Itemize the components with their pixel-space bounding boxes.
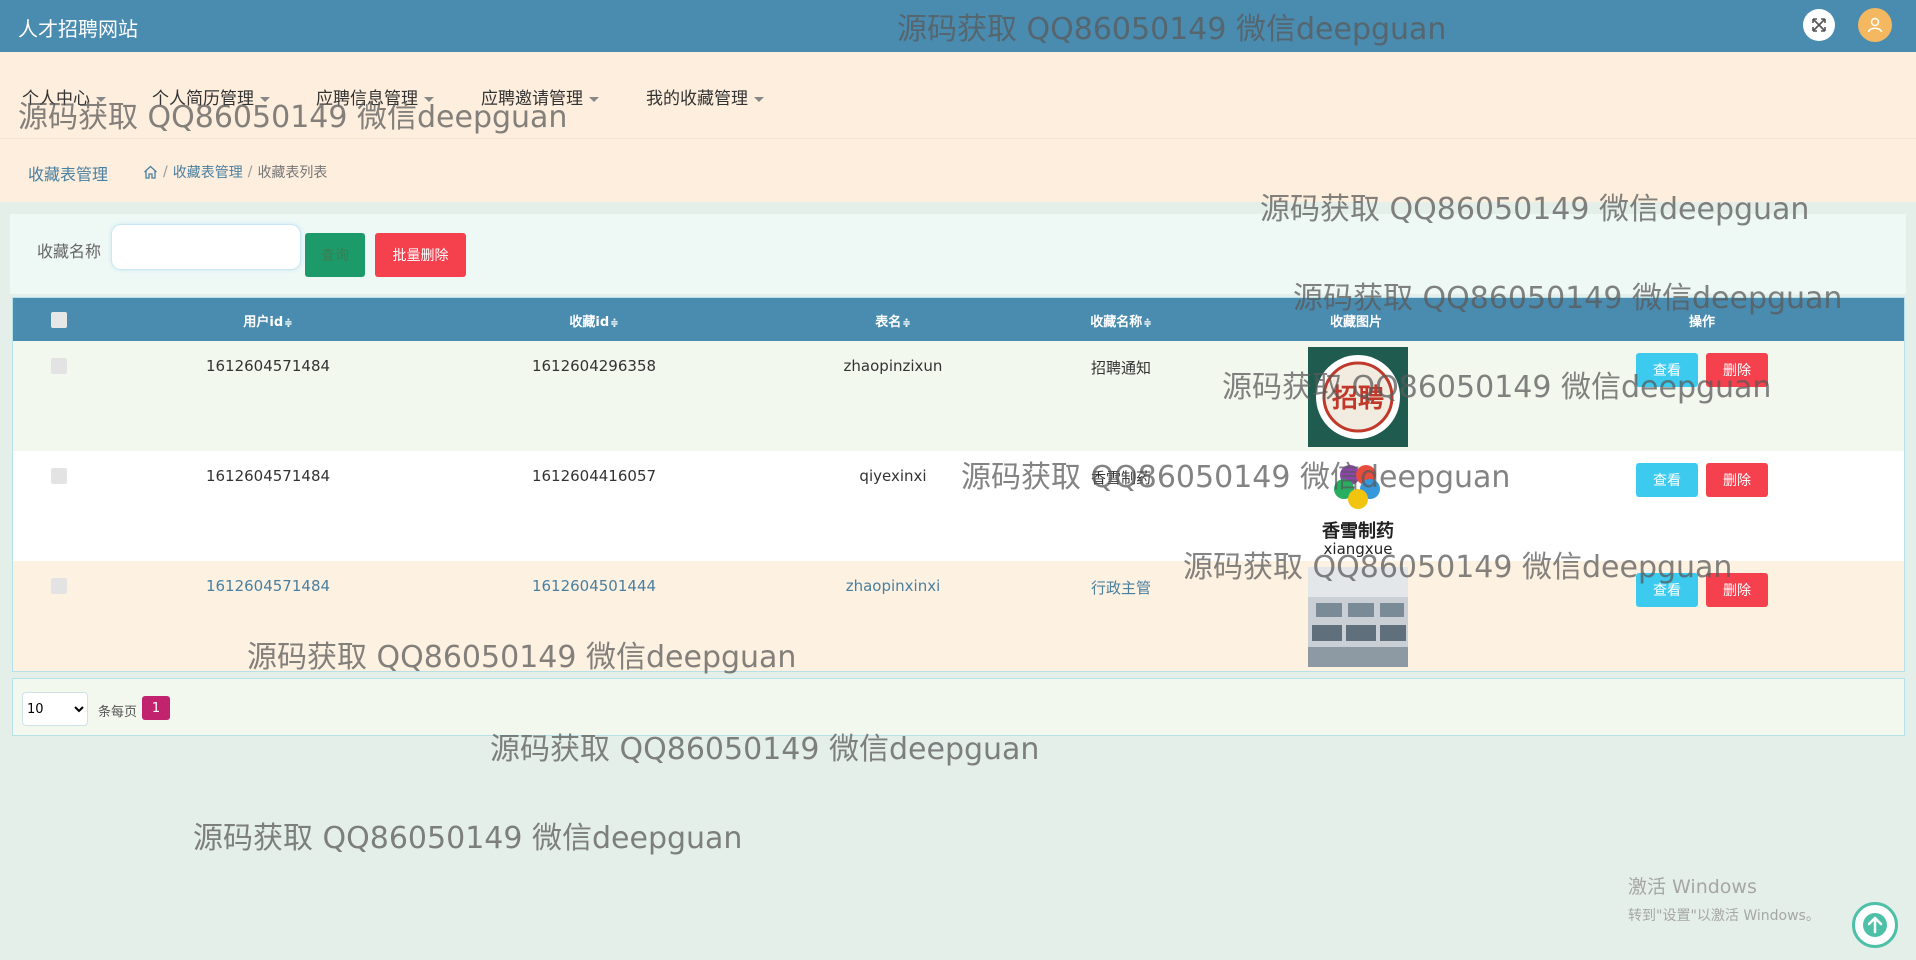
cell-fav-name: 招聘通知 bbox=[1090, 359, 1152, 377]
view-button[interactable]: 查看 bbox=[1636, 573, 1698, 607]
menu-label: 个人简历管理 bbox=[152, 89, 254, 109]
cell-table-name: qiyexinxi bbox=[859, 467, 927, 485]
logo-text: xiangxue bbox=[1324, 540, 1393, 557]
menu-item-resume[interactable]: 个人简历管理 bbox=[152, 84, 270, 109]
back-to-top-button[interactable] bbox=[1852, 902, 1898, 948]
windows-activation-hint: 转到"设置"以激活 Windows。 bbox=[1628, 908, 1820, 924]
column-header-fav-name[interactable]: 收藏名称≑ bbox=[1090, 311, 1151, 330]
cell-fav-id: 1612604296358 bbox=[531, 357, 657, 375]
menu-item-favorites[interactable]: 我的收藏管理 bbox=[646, 84, 764, 109]
main-menu: 个人中心 个人简历管理 应聘信息管理 应聘邀请管理 我的收藏管理 bbox=[0, 52, 1916, 138]
page-title: 收藏表管理 bbox=[28, 165, 109, 184]
sort-icon: ≑ bbox=[1143, 318, 1152, 329]
search-input[interactable] bbox=[111, 224, 301, 270]
row-checkbox[interactable] bbox=[51, 468, 67, 484]
cell-user-id: 1612604571484 bbox=[205, 467, 331, 485]
column-header-actions: 操作 bbox=[1688, 315, 1716, 330]
caret-down-icon bbox=[260, 96, 270, 102]
avatar[interactable] bbox=[1858, 8, 1892, 42]
cell-fav-name: 行政主管 bbox=[1090, 579, 1152, 597]
caret-down-icon bbox=[424, 96, 434, 102]
search-label: 收藏名称 bbox=[37, 242, 102, 261]
breadcrumb-bar: 收藏表管理 / 收藏表管理 / 收藏表列表 bbox=[0, 138, 1916, 202]
sort-icon: ≑ bbox=[902, 318, 911, 329]
site-title: 人才招聘网站 bbox=[18, 17, 138, 41]
arrow-up-icon bbox=[1863, 913, 1887, 937]
cell-fav-id: 1612604416057 bbox=[531, 467, 657, 485]
breadcrumb: / 收藏表管理 / 收藏表列表 bbox=[143, 162, 327, 182]
caret-down-icon bbox=[589, 96, 599, 102]
caret-down-icon bbox=[754, 96, 764, 102]
cell-user-id: 1612604571484 bbox=[205, 357, 331, 375]
fullscreen-button[interactable] bbox=[1803, 9, 1835, 41]
favorites-table: 用户id≑ 收藏id≑ 表名≑ 收藏名称≑ 收藏图片 操作 1612604571… bbox=[12, 297, 1905, 672]
view-button[interactable]: 查看 bbox=[1636, 463, 1698, 497]
column-label: 收藏名称 bbox=[1090, 315, 1143, 330]
expand-icon bbox=[1812, 18, 1826, 32]
menu-item-personal-center[interactable]: 个人中心 bbox=[22, 84, 106, 109]
column-header-user-id[interactable]: 用户id≑ bbox=[243, 311, 292, 330]
delete-button[interactable]: 删除 bbox=[1706, 463, 1768, 497]
menu-label: 应聘邀请管理 bbox=[481, 89, 583, 109]
search-bar: 收藏名称 查询 批量删除 bbox=[10, 214, 1906, 294]
menu-item-application[interactable]: 应聘信息管理 bbox=[316, 84, 434, 109]
cell-fav-id: 1612604501444 bbox=[531, 577, 657, 595]
windows-activation-title: 激活 Windows bbox=[1628, 876, 1757, 898]
logo-text: 招聘 bbox=[1332, 384, 1384, 414]
column-label: 用户id bbox=[243, 315, 284, 330]
menu-label: 应聘信息管理 bbox=[316, 89, 418, 109]
cell-table-name: zhaopinzixun bbox=[843, 357, 943, 375]
menu-label: 个人中心 bbox=[22, 89, 90, 109]
cell-table-name: zhaopinxinxi bbox=[845, 577, 941, 595]
cell-fav-name: 香雪制药 bbox=[1090, 469, 1152, 487]
column-header-fav-image: 收藏图片 bbox=[1329, 315, 1383, 330]
page-size-select[interactable]: 10 bbox=[22, 692, 88, 726]
xiangxue-logo-image: 香雪制药 xiangxue bbox=[1308, 457, 1408, 557]
per-page-label: 条每页 bbox=[98, 705, 138, 720]
sort-icon: ≑ bbox=[284, 318, 293, 329]
batch-delete-button[interactable]: 批量删除 bbox=[375, 233, 466, 277]
column-header-fav-id[interactable]: 收藏id≑ bbox=[569, 311, 618, 330]
breadcrumb-current: 收藏表列表 bbox=[257, 165, 328, 181]
table-row: 1612604571484 1612604501444 zhaopinxinxi… bbox=[13, 561, 1904, 671]
delete-button[interactable]: 删除 bbox=[1706, 573, 1768, 607]
logo-text: 香雪制药 bbox=[1321, 520, 1394, 542]
query-button[interactable]: 查询 bbox=[305, 233, 365, 277]
office-photo-image bbox=[1308, 567, 1408, 667]
page-number-current[interactable]: 1 bbox=[142, 696, 170, 720]
breadcrumb-parent[interactable]: 收藏表管理 bbox=[173, 162, 243, 182]
cell-user-id: 1612604571484 bbox=[205, 577, 331, 595]
zhaopin-logo-image: 招聘 bbox=[1308, 347, 1408, 447]
user-icon bbox=[1867, 17, 1883, 33]
view-button[interactable]: 查看 bbox=[1636, 353, 1698, 387]
home-icon[interactable] bbox=[143, 165, 158, 179]
column-header-table-name[interactable]: 表名≑ bbox=[875, 311, 910, 330]
delete-button[interactable]: 删除 bbox=[1706, 353, 1768, 387]
row-checkbox[interactable] bbox=[51, 578, 67, 594]
pagination: 10 条每页 1 bbox=[12, 678, 1905, 736]
windows-activation-notice: 激活 Windows 转到"设置"以激活 Windows。 bbox=[1628, 872, 1820, 925]
breadcrumb-separator: / bbox=[247, 164, 253, 180]
select-all-checkbox[interactable] bbox=[51, 312, 67, 328]
caret-down-icon bbox=[96, 96, 106, 102]
menu-item-invitation[interactable]: 应聘邀请管理 bbox=[481, 84, 599, 109]
table-row: 1612604571484 1612604296358 zhaopinzixun… bbox=[13, 341, 1904, 451]
row-checkbox[interactable] bbox=[51, 358, 67, 374]
column-label: 表名 bbox=[875, 315, 902, 330]
breadcrumb-separator: / bbox=[163, 164, 168, 180]
table-row: 1612604571484 1612604416057 qiyexinxi 香雪… bbox=[13, 451, 1904, 561]
top-bar: 人才招聘网站 bbox=[0, 0, 1916, 52]
sort-icon: ≑ bbox=[610, 318, 619, 329]
column-label: 收藏id bbox=[569, 315, 610, 330]
table-header: 用户id≑ 收藏id≑ 表名≑ 收藏名称≑ 收藏图片 操作 bbox=[13, 298, 1904, 341]
menu-label: 我的收藏管理 bbox=[646, 89, 748, 109]
watermark-text: 源码获取 QQ86050149 微信deepguan bbox=[193, 821, 743, 856]
